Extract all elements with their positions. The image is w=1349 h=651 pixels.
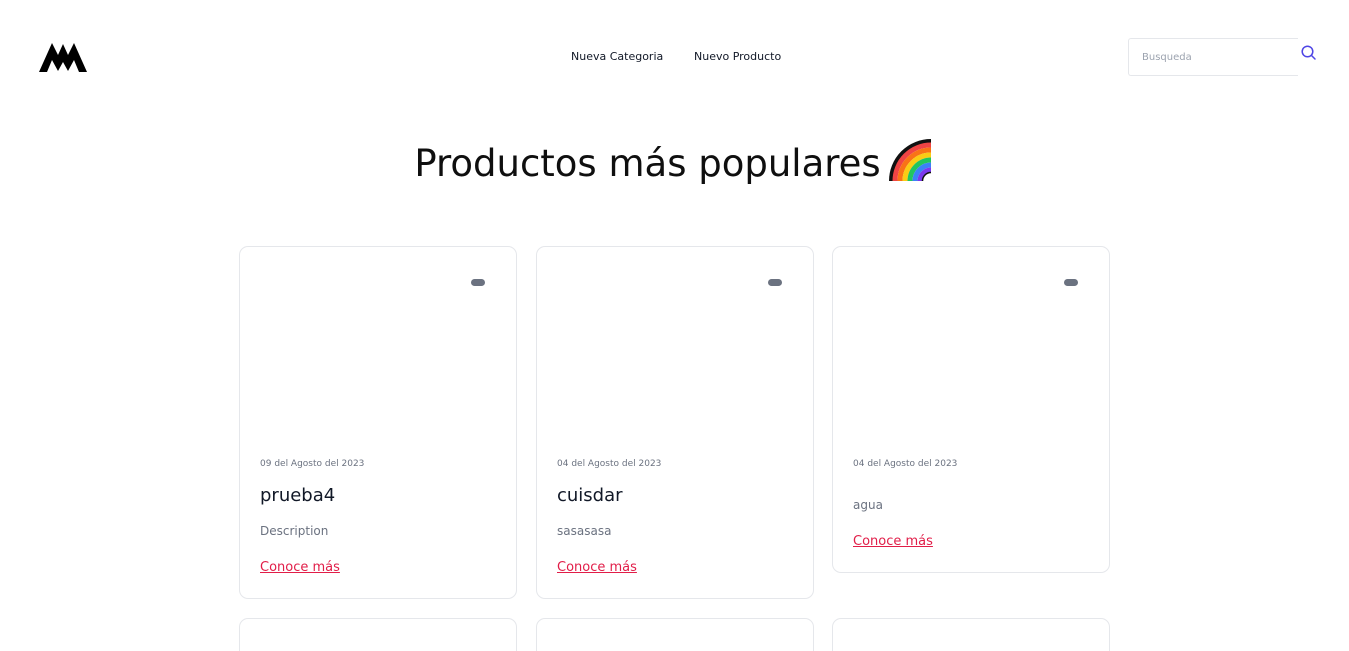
card-badge	[1064, 279, 1078, 286]
product-card: 04 del Agosto del 2023 agua Conoce más	[832, 246, 1110, 573]
card-more-link[interactable]: Conoce más	[260, 560, 340, 575]
card-badge	[471, 279, 485, 286]
product-card	[239, 618, 517, 651]
card-more-link[interactable]: Conoce más	[557, 560, 637, 575]
card-description: sasasasa	[557, 524, 612, 538]
card-description: Description	[260, 524, 329, 538]
product-card: 09 del Agosto del 2023 prueba4 Descripti…	[239, 246, 517, 599]
page-title-text: Productos más populares	[414, 142, 881, 185]
rainbow-icon	[888, 139, 931, 182]
nav-link-nueva-categoria[interactable]: Nueva Categoria	[571, 50, 663, 63]
nav-link-nuevo-producto[interactable]: Nuevo Producto	[694, 50, 781, 63]
card-title: cuisdar	[557, 485, 623, 506]
card-more-link[interactable]: Conoce más	[853, 534, 933, 549]
card-date: 09 del Agosto del 2023	[260, 459, 365, 469]
search-input[interactable]	[1129, 39, 1298, 75]
search-icon[interactable]	[1300, 44, 1317, 61]
product-card	[832, 618, 1110, 651]
card-title: prueba4	[260, 485, 336, 506]
search-box	[1128, 38, 1298, 76]
page-title: Productos más populares	[0, 139, 1349, 185]
card-description: agua	[853, 498, 883, 512]
product-card: 04 del Agosto del 2023 cuisdar sasasasa …	[536, 246, 814, 599]
card-date: 04 del Agosto del 2023	[853, 459, 958, 469]
card-badge	[768, 279, 782, 286]
product-card	[536, 618, 814, 651]
card-date: 04 del Agosto del 2023	[557, 459, 662, 469]
